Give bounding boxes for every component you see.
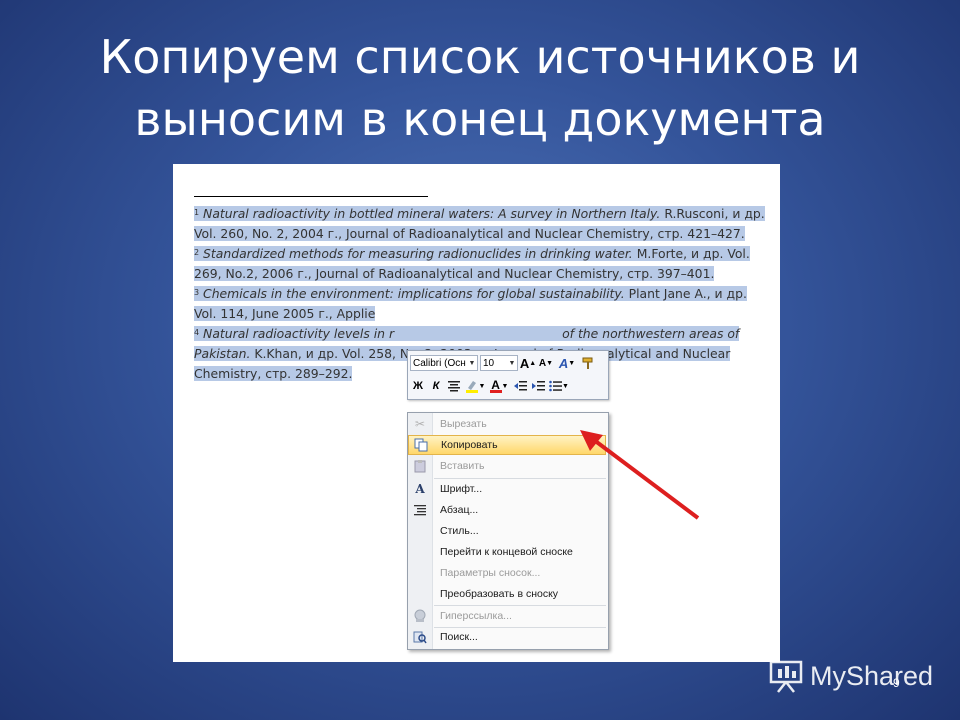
format-painter-icon bbox=[582, 357, 593, 369]
decrease-indent-button[interactable] bbox=[512, 378, 528, 394]
menu-item-label: Копировать bbox=[441, 439, 498, 451]
presentation-logo-icon bbox=[769, 660, 803, 693]
menu-item-search[interactable]: Поиск... bbox=[408, 627, 606, 647]
highlight-icon bbox=[465, 381, 478, 393]
italic-icon: К bbox=[432, 380, 440, 392]
footnote-2[interactable]: 2 Standardized methods for measuring rad… bbox=[194, 244, 766, 284]
menu-item-convert-to-footnote[interactable]: Преобразовать в сноску bbox=[408, 584, 606, 604]
decrease-indent-icon bbox=[513, 381, 527, 391]
footnote-number: 1 bbox=[194, 208, 200, 217]
menu-item-label: Стиль... bbox=[440, 525, 479, 537]
paste-icon bbox=[408, 456, 432, 476]
bold-button[interactable]: Ж bbox=[410, 378, 426, 394]
mini-toolbar: Calibri (Осн ▼ 10 ▼ A ▲ A ▼ A ▼ Ж К ▼ A ▼ ▼ bbox=[407, 350, 609, 400]
slide-title: Копируем список источников и выносим в к… bbox=[0, 26, 960, 150]
font-name-combo[interactable]: Calibri (Осн ▼ bbox=[410, 355, 478, 371]
menu-item-footnote-options[interactable]: Параметры сносок... bbox=[408, 563, 606, 583]
footnote-title: Chemicals in the environment: implicatio… bbox=[203, 286, 625, 301]
grow-font-button[interactable]: A ▲ bbox=[520, 355, 536, 371]
shrink-font-button[interactable]: A ▼ bbox=[538, 355, 554, 371]
font-icon: A bbox=[415, 482, 425, 496]
copy-icon bbox=[409, 435, 433, 455]
menu-item-label: Гиперссылка... bbox=[440, 610, 512, 622]
menu-item-label: Перейти к концевой сноске bbox=[440, 546, 573, 558]
format-painter-button[interactable] bbox=[580, 355, 596, 371]
font-size-combo[interactable]: 10 ▼ bbox=[480, 355, 518, 371]
bullet-list-icon bbox=[549, 380, 563, 392]
styles-icon: A bbox=[558, 355, 569, 371]
footnote-title: Natural radioactivity levels in r bbox=[203, 326, 395, 341]
footnote-title: Natural radioactivity in bottled mineral… bbox=[203, 206, 661, 221]
menu-item-label: Шрифт... bbox=[440, 483, 483, 495]
footnote-number: 3 bbox=[194, 288, 200, 297]
menu-item-label: Вырезать bbox=[440, 418, 487, 430]
footnote-number: 2 bbox=[194, 248, 200, 257]
center-align-icon bbox=[448, 381, 460, 392]
menu-item-label: Поиск... bbox=[440, 631, 478, 643]
font-name-value: Calibri (Осн bbox=[413, 357, 466, 369]
chevron-down-icon: ▼ bbox=[508, 359, 516, 367]
highlight-button[interactable]: ▼ bbox=[464, 378, 486, 394]
menu-item-label: Параметры сносок... bbox=[440, 567, 541, 579]
slide-title-line-2: выносим в конец документа bbox=[134, 92, 826, 146]
paragraph-icon bbox=[408, 500, 432, 520]
footnote-separator bbox=[194, 196, 428, 197]
footnote-title: Standardized methods for measuring radio… bbox=[203, 246, 633, 261]
pointer-arrow-annotation bbox=[580, 430, 700, 520]
bullets-button[interactable]: ▼ bbox=[548, 378, 570, 394]
watermark-text: MyShared bbox=[810, 660, 934, 691]
menu-item-label: Вставить bbox=[440, 460, 485, 472]
footnote-1[interactable]: 1 Natural radioactivity in bottled miner… bbox=[194, 204, 766, 244]
italic-button[interactable]: К bbox=[428, 378, 444, 394]
font-color-icon: A bbox=[491, 377, 500, 392]
shrink-font-icon: A bbox=[538, 357, 547, 369]
font-color-button[interactable]: A ▼ bbox=[488, 378, 510, 394]
menu-item-label: Абзац... bbox=[440, 504, 479, 516]
styles-button[interactable]: A ▼ bbox=[556, 355, 578, 371]
slide-title-line-1: Копируем список источников и bbox=[99, 30, 861, 84]
increase-indent-icon bbox=[531, 381, 545, 391]
page-number: 9 bbox=[893, 676, 900, 690]
grow-font-icon: A bbox=[519, 355, 530, 371]
search-icon bbox=[408, 627, 432, 647]
footnote-number: 4 bbox=[194, 328, 200, 337]
menu-item-hyperlink[interactable]: Гиперссылка... bbox=[408, 606, 606, 626]
increase-indent-button[interactable] bbox=[530, 378, 546, 394]
scissors-icon: ✂ bbox=[414, 417, 426, 431]
footnote-3[interactable]: 3 Chemicals in the environment: implicat… bbox=[194, 284, 766, 324]
menu-item-go-to-endnote[interactable]: Перейти к концевой сноске bbox=[408, 542, 606, 562]
hyperlink-icon bbox=[408, 606, 432, 626]
chevron-down-icon: ▼ bbox=[468, 359, 476, 367]
bold-icon: Ж bbox=[413, 380, 423, 392]
watermark: MyShared bbox=[768, 656, 948, 696]
menu-item-label: Преобразовать в сноску bbox=[440, 588, 559, 600]
center-align-button[interactable] bbox=[446, 378, 462, 394]
font-size-value: 10 bbox=[483, 357, 495, 369]
